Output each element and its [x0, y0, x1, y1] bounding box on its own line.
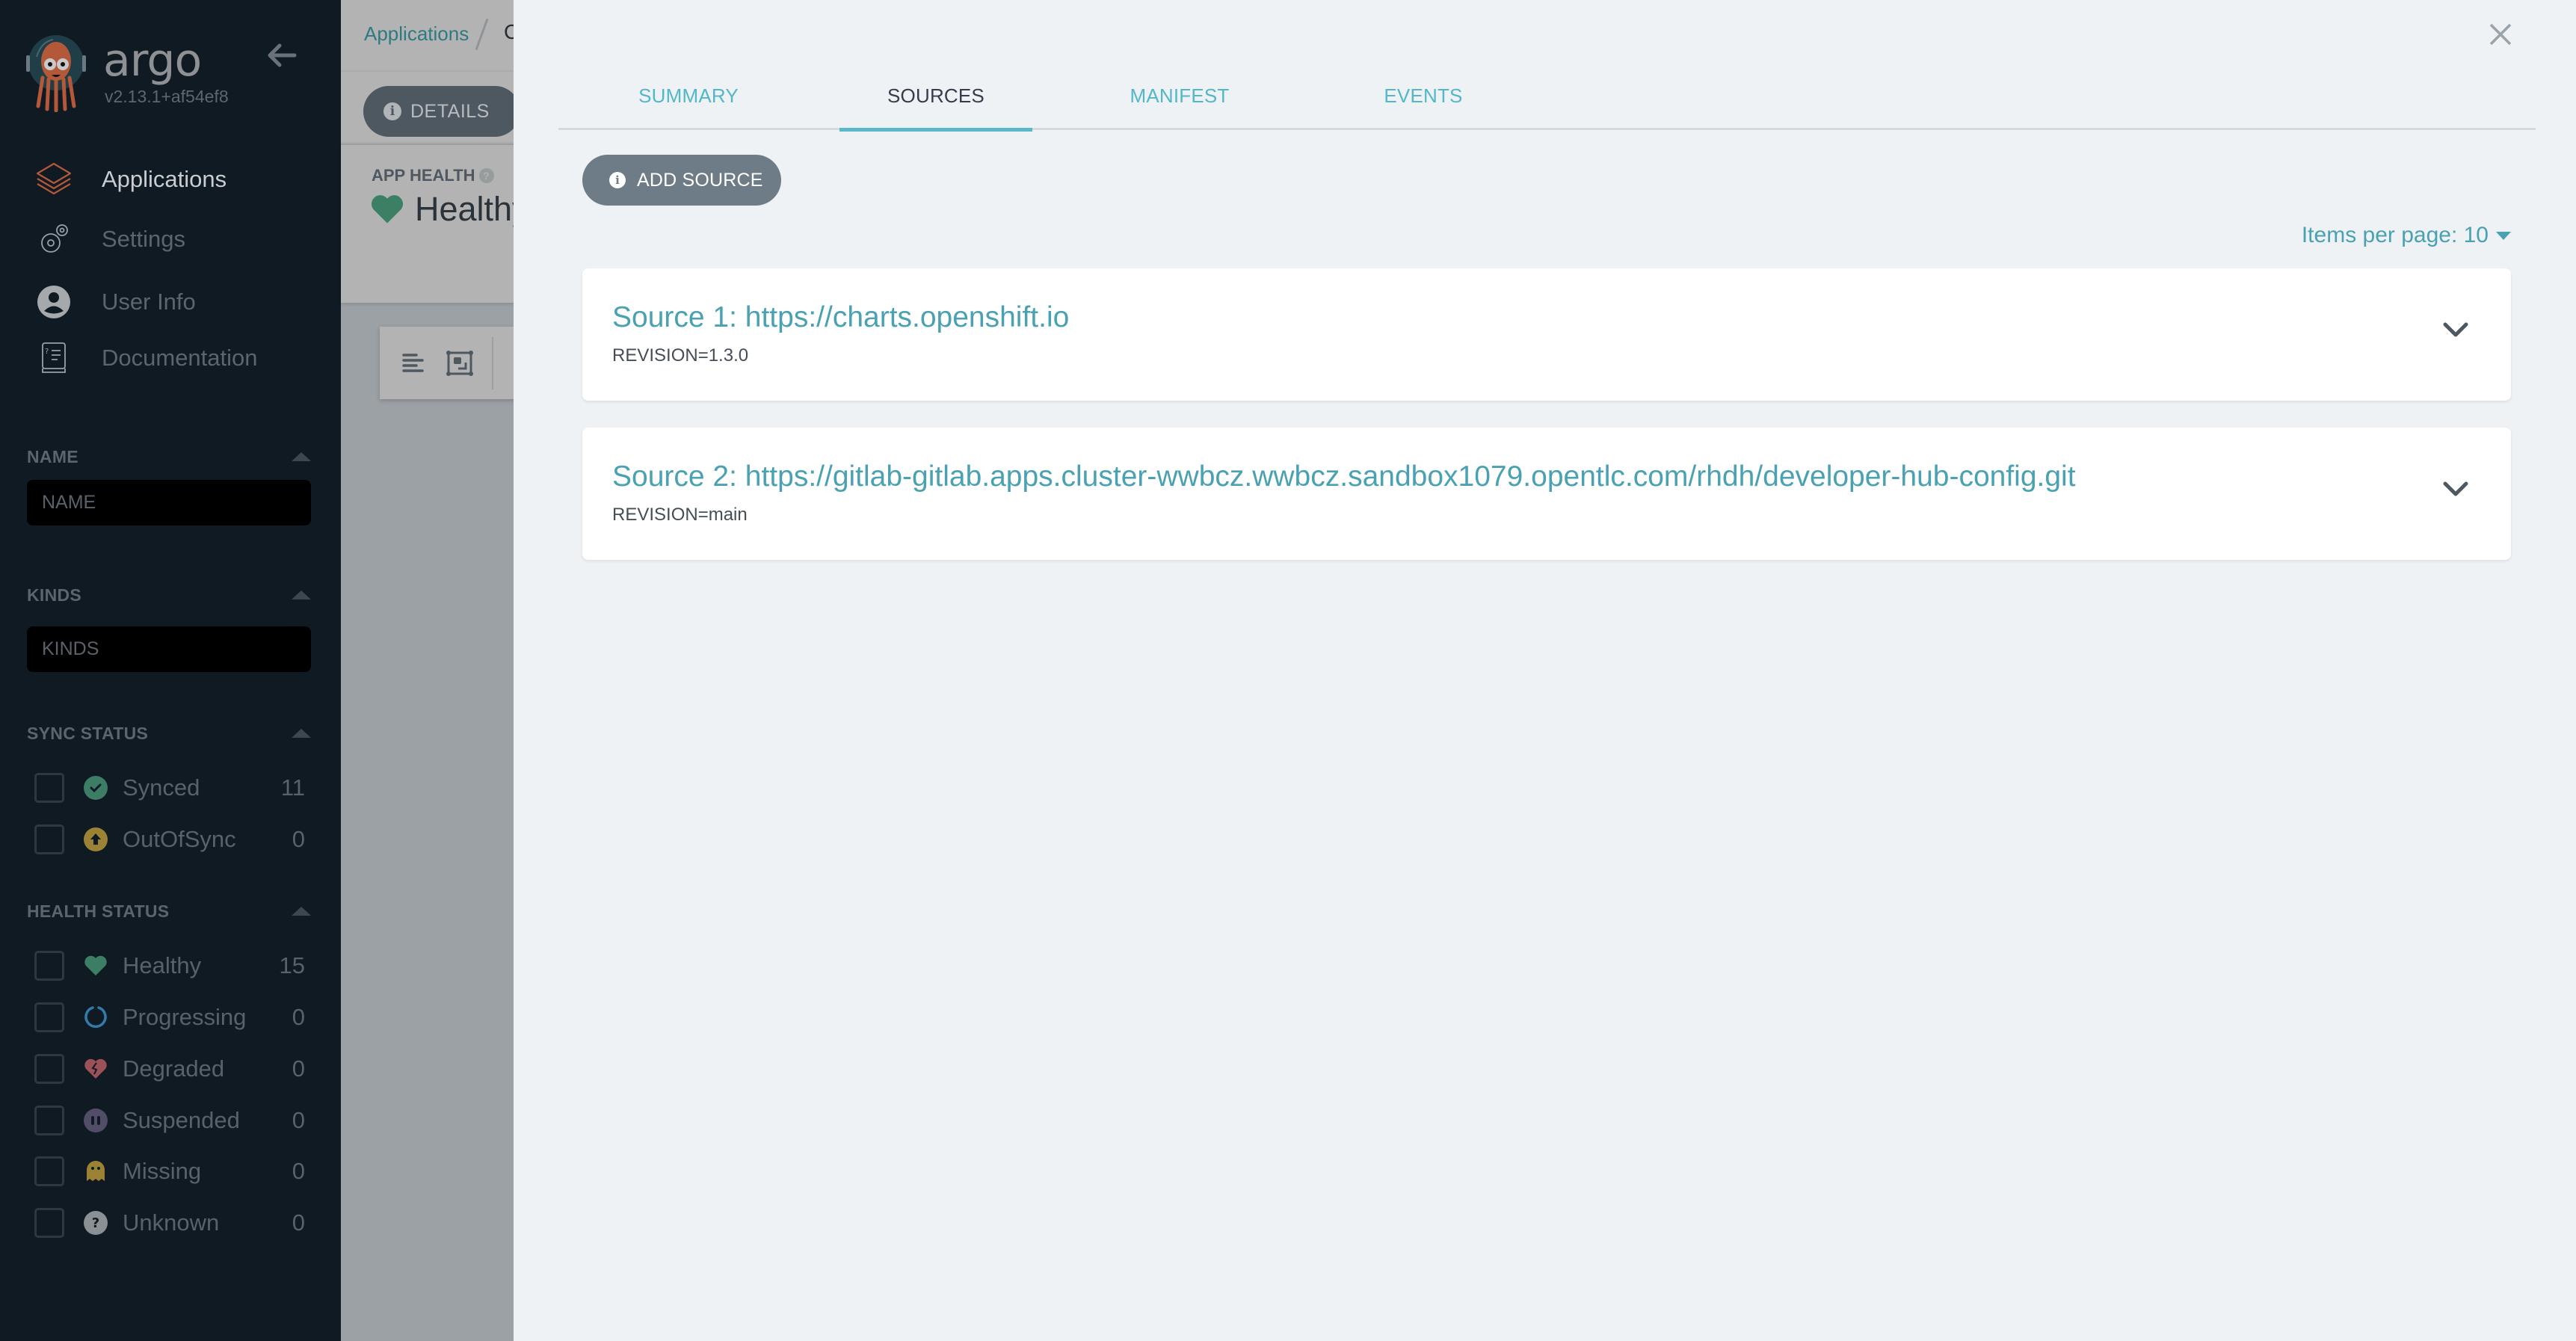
sync-status-filter-header[interactable]: SYNC STATUS: [27, 722, 311, 745]
filter-count: 0: [292, 1209, 305, 1236]
arrow-up-circle-icon: [84, 827, 108, 851]
heart-broken-icon: [84, 1057, 108, 1081]
source-card[interactable]: Source 1: https://charts.openshift.io RE…: [582, 268, 2511, 401]
question-circle-icon: ?: [84, 1211, 108, 1235]
filter-label: Progressing: [123, 1004, 247, 1030]
user-circle-icon: [30, 281, 78, 323]
filter-count: 0: [292, 1004, 305, 1030]
add-source-button[interactable]: i ADD SOURCE: [582, 155, 781, 206]
source-revision: REVISION=main: [612, 505, 748, 525]
filter-count: 0: [292, 1055, 305, 1082]
source-title: Source 1: https://charts.openshift.io: [612, 301, 1070, 333]
name-filter-input[interactable]: [27, 480, 311, 525]
tab-sources[interactable]: SOURCES: [839, 63, 1032, 132]
expand-source-button[interactable]: [2442, 480, 2469, 499]
checkbox[interactable]: [34, 951, 64, 981]
health-filter-missing[interactable]: Missing 0: [34, 1155, 305, 1188]
health-filter-unknown[interactable]: ? Unknown 0: [34, 1206, 305, 1239]
caret-up-icon: [292, 591, 311, 599]
filter-label: Missing: [123, 1158, 202, 1184]
nav-item-user-info[interactable]: User Info: [30, 281, 314, 323]
brand-name: argo: [103, 34, 202, 87]
health-filter-healthy[interactable]: Healthy 15: [34, 949, 305, 982]
checkbox[interactable]: [34, 1002, 64, 1032]
nav-item-documentation[interactable]: ? Documentation: [30, 337, 314, 379]
filter-label: OutOfSync: [123, 826, 236, 852]
caret-down-icon: [2496, 231, 2511, 240]
nav-label: Applications: [102, 166, 227, 192]
health-filter-degraded[interactable]: Degraded 0: [34, 1052, 305, 1085]
chevron-down-icon: [2443, 322, 2468, 337]
filter-label: Degraded: [123, 1055, 225, 1082]
items-per-page-dropdown[interactable]: Items per page: 10: [2302, 223, 2511, 248]
caret-up-icon: [292, 452, 311, 461]
checkbox[interactable]: [34, 1106, 64, 1135]
health-status-filter-header[interactable]: HEALTH STATUS: [27, 900, 311, 922]
filter-title: NAME: [27, 446, 78, 466]
checkbox[interactable]: [34, 824, 64, 854]
filter-label: Synced: [123, 774, 200, 801]
version-label: v2.13.1+af54ef8: [105, 87, 229, 106]
filter-title: HEALTH STATUS: [27, 901, 170, 921]
tab-manifest[interactable]: MANIFEST: [1103, 63, 1257, 129]
nav-label: Settings: [102, 226, 186, 252]
filter-count: 15: [279, 952, 305, 978]
source-card[interactable]: Source 2: https://gitlab-gitlab.apps.clu…: [582, 428, 2511, 560]
health-filter-progressing[interactable]: Progressing 0: [34, 1001, 305, 1034]
items-per-page-label: Items per page: 10: [2301, 223, 2489, 247]
sliding-panel: SUMMARY SOURCES MANIFEST EVENTS i ADD SO…: [514, 0, 2576, 1341]
close-icon: [2489, 23, 2512, 46]
book-icon: ?: [30, 337, 78, 379]
sidebar: argo v2.13.1+af54ef8 Applications Settin…: [0, 0, 341, 1341]
kinds-filter-header[interactable]: KINDS: [27, 584, 311, 606]
filter-label: Healthy: [123, 952, 202, 978]
heart-icon: [84, 954, 108, 978]
sync-filter-synced[interactable]: Synced 11: [34, 771, 305, 804]
ghost-icon: [84, 1159, 108, 1183]
checkbox[interactable]: [34, 1156, 64, 1186]
svg-text:?: ?: [45, 348, 49, 356]
checkbox[interactable]: [34, 1054, 64, 1084]
arrow-left-icon: [268, 43, 297, 67]
name-filter-header[interactable]: NAME: [27, 446, 311, 468]
kinds-filter-input[interactable]: [27, 626, 311, 672]
expand-source-button[interactable]: [2442, 321, 2469, 340]
source-title: Source 2: https://gitlab-gitlab.apps.clu…: [612, 460, 2076, 493]
nav-item-applications[interactable]: Applications: [30, 158, 314, 200]
nav-label: User Info: [102, 289, 196, 315]
caret-up-icon: [292, 729, 311, 738]
filter-label: Suspended: [123, 1107, 240, 1133]
close-panel-button[interactable]: [2487, 21, 2514, 48]
info-icon: i: [609, 172, 626, 188]
source-revision: REVISION=1.3.0: [612, 345, 749, 366]
add-source-label: ADD SOURCE: [637, 169, 763, 191]
filter-count: 11: [280, 774, 305, 801]
nav-item-settings[interactable]: Settings: [30, 218, 314, 260]
caret-up-icon: [292, 907, 311, 916]
checkbox[interactable]: [34, 773, 64, 803]
pause-circle-icon: [84, 1109, 108, 1132]
filter-label: Unknown: [123, 1209, 220, 1236]
layers-icon: [30, 158, 78, 200]
panel-tabs: SUMMARY SOURCES MANIFEST EVENTS: [558, 63, 2536, 132]
filter-count: 0: [292, 1158, 305, 1184]
filter-count: 0: [292, 826, 305, 852]
svg-text:?: ?: [92, 1215, 99, 1231]
filter-count: 0: [292, 1107, 305, 1133]
check-circle-icon: [84, 776, 108, 800]
filter-title: SYNC STATUS: [27, 723, 149, 743]
checkbox[interactable]: [34, 1208, 64, 1238]
argo-logo-icon: [26, 34, 86, 113]
filter-title: KINDS: [27, 585, 82, 605]
tab-events[interactable]: EVENTS: [1360, 63, 1487, 129]
gears-icon: [30, 218, 78, 260]
health-filter-suspended[interactable]: Suspended 0: [34, 1104, 305, 1137]
tab-summary[interactable]: SUMMARY: [622, 63, 755, 129]
circle-notch-icon: [84, 1005, 108, 1029]
collapse-sidebar-button[interactable]: [265, 40, 299, 70]
chevron-down-icon: [2443, 481, 2468, 496]
sync-filter-outofsync[interactable]: OutOfSync 0: [34, 823, 305, 856]
nav-label: Documentation: [102, 345, 258, 371]
